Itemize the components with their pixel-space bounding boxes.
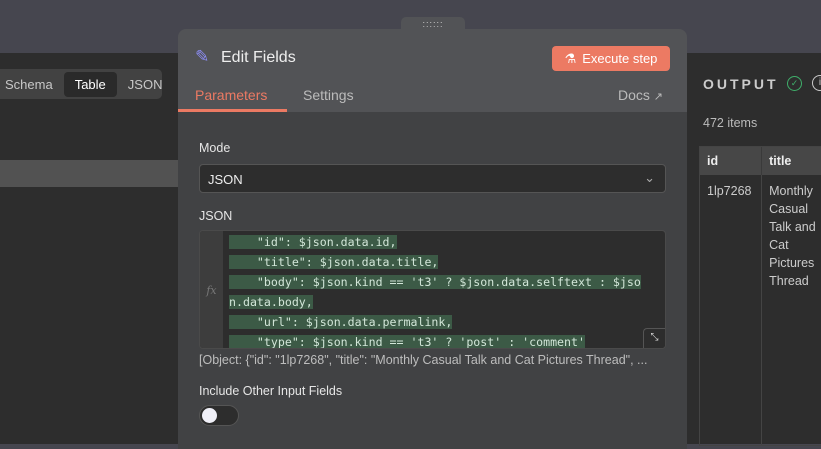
column-header-id[interactable]: id [700, 147, 761, 175]
json-editor[interactable]: fx "id": $json.data.id, "title": $json.d… [199, 230, 666, 349]
code-line: "body": $json.kind == 't3' ? $json.data.… [229, 275, 641, 289]
code-line: "title": $json.data.title, [229, 255, 439, 269]
expression-fx-icon: fx [200, 231, 223, 348]
execute-label: Execute step [582, 51, 658, 66]
include-other-fields-toggle[interactable] [199, 405, 239, 426]
table-row: 1lp7268 Monthly Casual Talk and Cat Pict… [700, 175, 821, 445]
node-panel: ✎ Edit Fields ⚗ Execute step Parameters S… [178, 29, 687, 449]
expand-editor-icon[interactable]: ⤡ [643, 328, 665, 348]
pencil-icon: ✎ [195, 47, 210, 66]
expression-preview: [Object: {"id": "1lp7268", "title": "Mon… [199, 353, 648, 367]
item-count: 472 items [703, 116, 758, 130]
tab-settings[interactable]: Settings [303, 87, 354, 103]
column-header-title[interactable]: title [761, 147, 821, 175]
code-line: "id": $json.data.id, [229, 235, 397, 249]
output-title: OUTPUT [703, 76, 779, 92]
mode-label: Mode [199, 141, 231, 155]
tab-schema[interactable]: Schema [0, 72, 64, 97]
json-label: JSON [199, 209, 233, 223]
docs-label: Docs [618, 87, 650, 103]
chevron-down-icon: ⌄ [644, 170, 655, 185]
code-line: n.data.body, [229, 295, 313, 309]
code-line: "url": $json.data.permalink, [229, 315, 453, 329]
flask-icon: ⚗ [564, 50, 577, 66]
cell-id: 1lp7268 [707, 184, 752, 198]
node-title[interactable]: Edit Fields [221, 49, 296, 67]
tab-json[interactable]: JSON [117, 72, 174, 97]
mode-value: JSON [208, 172, 243, 187]
tab-parameters[interactable]: Parameters [195, 87, 267, 103]
external-link-icon: ↗ [653, 91, 664, 103]
include-other-fields-label: Include Other Input Fields [199, 384, 343, 398]
code-line: "type": $json.kind == 't3' ? 'post' : 'c… [229, 335, 585, 349]
code-lines: "id": $json.data.id, "title": $json.data… [229, 232, 661, 349]
output-table: id title 1lp7268 Monthly Casual Talk and… [699, 146, 821, 446]
input-panel: Schema Table JSON [0, 53, 180, 444]
tab-table[interactable]: Table [63, 71, 117, 97]
mode-select[interactable]: JSON ⌄ [199, 164, 666, 193]
view-switcher: Schema Table JSON [0, 69, 162, 99]
parameters-body: Mode JSON ⌄ JSON fx "id": $json.data.id,… [178, 112, 687, 449]
table-header: id title [700, 147, 821, 175]
execute-step-button[interactable]: ⚗ Execute step [552, 46, 670, 71]
success-check-icon: ✓ [787, 76, 802, 91]
docs-link[interactable]: Docs ↗ [618, 87, 663, 103]
selected-row[interactable] [0, 160, 180, 187]
cell-title: Monthly Casual Talk and Cat Pictures Thr… [761, 175, 821, 445]
info-icon[interactable]: i [812, 75, 821, 91]
